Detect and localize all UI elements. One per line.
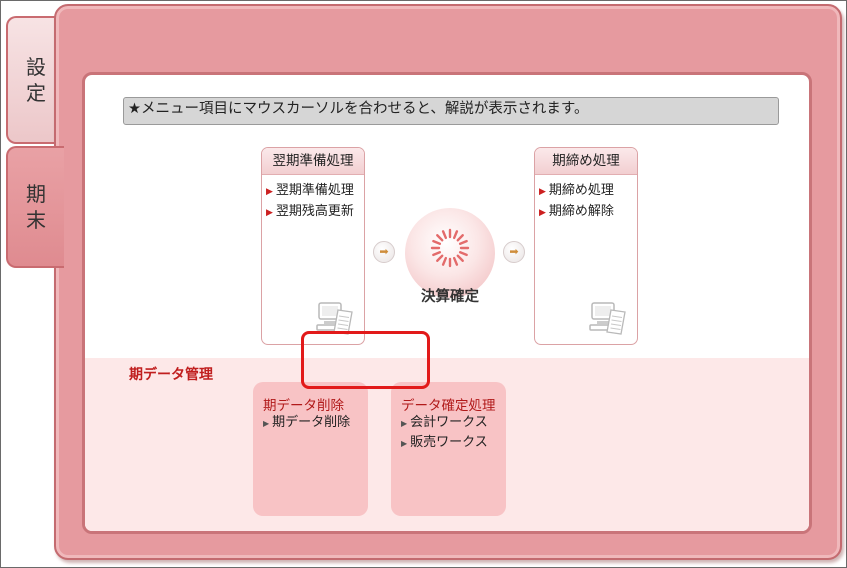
card-next-period-prep: 翌期準備処理 ▶ 翌期準備処理 ▶ 翌期残高更新 xyxy=(261,147,365,345)
right-arrow-icon: ➡ xyxy=(503,241,525,263)
main-content-panel: ★メニュー項目にマウスカーソルを合わせると、解説が表示されます。 翌期準備処理 … xyxy=(82,72,812,534)
hint-notice: ★メニュー項目にマウスカーソルを合わせると、解説が表示されます。 xyxy=(123,97,779,125)
tab-period-end-char-2: 末 xyxy=(26,208,46,232)
period-data-management-title: 期データ管理 xyxy=(129,367,213,383)
menu-item-period-data-delete[interactable]: ▶ 期データ削除 xyxy=(263,413,350,433)
menu-item-next-period-prep[interactable]: ▶ 翌期準備処理 xyxy=(266,181,364,202)
card-period-close-list: ▶ 期締め処理 ▶ 期締め解除 xyxy=(535,181,637,223)
card-period-data-delete-title: 期データ削除 xyxy=(263,398,344,414)
sunburst-ray xyxy=(441,256,447,266)
card-next-period-prep-title: 翌期準備処理 xyxy=(262,148,364,175)
card-data-confirm-list: ▶ 会計ワークス ▶ 販売ワークス xyxy=(401,413,488,453)
menu-item-label: 翌期準備処理 xyxy=(275,183,354,198)
triangle-bullet-icon: ▶ xyxy=(539,187,546,197)
period-data-management-section: 期データ管理 期データ削除 ▶ 期データ削除 データ確定処理 ▶ 会計ワークス ▶ 販… xyxy=(85,358,809,531)
highlight-box xyxy=(301,331,430,389)
menu-item-label: 期データ削除 xyxy=(272,415,351,430)
menu-item-period-close[interactable]: ▶ 期締め処理 xyxy=(539,181,637,202)
right-arrow-icon: ➡ xyxy=(373,241,395,263)
tab-settings-char-2: 定 xyxy=(26,81,46,105)
card-period-data-delete: 期データ削除 ▶ 期データ削除 xyxy=(253,382,368,516)
sunburst-ray xyxy=(453,230,459,240)
triangle-bullet-icon: ▶ xyxy=(539,208,546,218)
triangle-bullet-icon: ▶ xyxy=(401,419,408,428)
menu-item-accounting-works[interactable]: ▶ 会計ワークス xyxy=(401,413,488,433)
sunburst-ray xyxy=(456,254,464,262)
menu-item-label: 翌期残高更新 xyxy=(275,204,354,219)
computer-document-icon xyxy=(589,302,626,335)
menu-item-label: 会計ワークス xyxy=(410,415,488,430)
sunburst-ray xyxy=(453,256,459,266)
card-data-confirm: データ確定処理 ▶ 会計ワークス ▶ 販売ワークス xyxy=(391,382,506,516)
sunburst-ray xyxy=(458,251,468,257)
menu-item-period-close-cancel[interactable]: ▶ 期締め解除 xyxy=(539,202,637,223)
triangle-bullet-icon: ▶ xyxy=(266,208,273,218)
sunburst-ray xyxy=(432,239,442,245)
triangle-bullet-icon: ▶ xyxy=(401,439,408,448)
sunburst-ray xyxy=(458,239,468,245)
card-next-period-prep-list: ▶ 翌期準備処理 ▶ 翌期残高更新 xyxy=(262,181,364,223)
sunburst-ray xyxy=(436,254,444,262)
menu-item-next-period-balance-update[interactable]: ▶ 翌期残高更新 xyxy=(266,202,364,223)
menu-item-label: 期締め処理 xyxy=(548,183,614,198)
menu-item-label: 販売ワークス xyxy=(410,435,488,450)
sunburst-ray xyxy=(432,251,442,257)
card-data-confirm-title: データ確定処理 xyxy=(401,398,496,414)
card-period-close: 期締め処理 ▶ 期締め処理 ▶ 期締め解除 xyxy=(534,147,638,345)
tab-period-end-char-1: 期 xyxy=(26,182,46,206)
triangle-bullet-icon: ▶ xyxy=(263,419,270,428)
menu-item-sales-works[interactable]: ▶ 販売ワークス xyxy=(401,433,488,453)
triangle-bullet-icon: ▶ xyxy=(266,187,273,197)
sunburst-ray xyxy=(456,234,464,242)
menu-item-label: 期締め解除 xyxy=(548,204,614,219)
card-period-data-delete-list: ▶ 期データ削除 xyxy=(263,413,350,433)
card-period-close-title: 期締め処理 xyxy=(535,148,637,175)
sunburst-ray xyxy=(441,230,447,240)
sunburst-ray xyxy=(436,234,444,242)
tab-settings-char-1: 設 xyxy=(26,55,46,79)
tab-period-end[interactable]: 期 末 xyxy=(6,146,64,268)
year-end-close-label: 決算確定 xyxy=(421,289,479,305)
